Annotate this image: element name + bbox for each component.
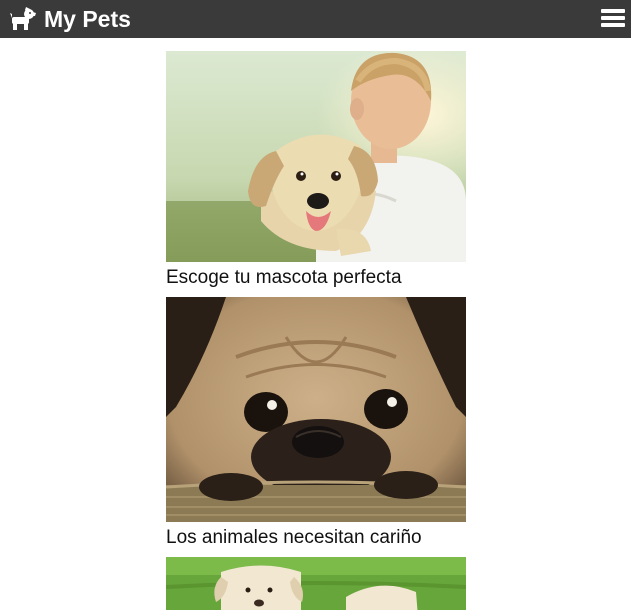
hamburger-menu-icon[interactable] bbox=[601, 6, 625, 30]
top-navbar: My Pets bbox=[0, 0, 631, 38]
puppy-hugging-boy-photo[interactable] bbox=[166, 51, 466, 262]
pet-card: Los animales necesitan cariño bbox=[166, 297, 466, 557]
dog-icon bbox=[10, 7, 36, 30]
pet-card: Escoge tu mascota perfecta bbox=[166, 51, 466, 297]
pet-card bbox=[166, 557, 466, 610]
card-caption[interactable]: Los animales necesitan cariño bbox=[166, 522, 466, 557]
pet-feed: Escoge tu mascota perfecta Los animales … bbox=[166, 51, 466, 610]
sad-pug-photo[interactable] bbox=[166, 297, 466, 522]
brand[interactable]: My Pets bbox=[10, 0, 131, 38]
brand-name[interactable]: My Pets bbox=[44, 0, 131, 38]
labrador-on-grass-photo[interactable] bbox=[166, 557, 466, 610]
card-caption[interactable]: Escoge tu mascota perfecta bbox=[166, 262, 466, 297]
